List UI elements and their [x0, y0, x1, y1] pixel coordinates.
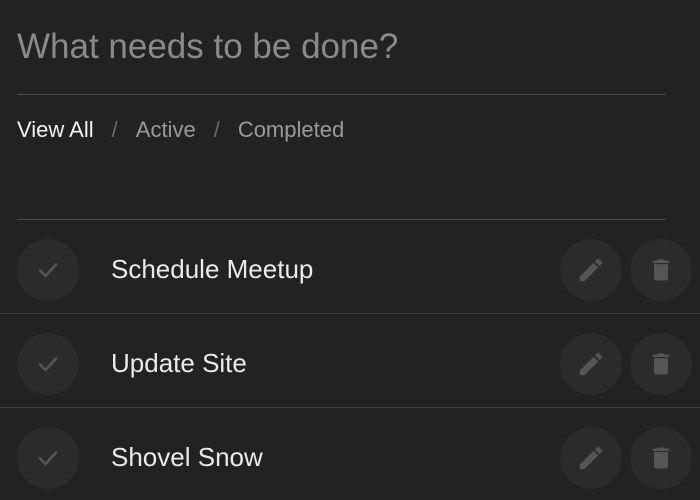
pencil-icon [576, 255, 606, 285]
new-todo-input[interactable] [0, 0, 666, 94]
filter-separator: / [213, 117, 220, 142]
check-icon [36, 352, 60, 376]
todo-app: View All / Active / Completed Schedule M… [0, 0, 700, 500]
complete-toggle-button[interactable] [17, 239, 79, 301]
pencil-icon [576, 349, 606, 379]
filter-separator: / [111, 117, 118, 142]
todo-list: Schedule Meetup Update Site Shovel Snow [0, 220, 700, 500]
header-divider [17, 94, 666, 95]
todo-item: Update Site [0, 314, 700, 408]
delete-button[interactable] [630, 333, 692, 395]
todo-text[interactable]: Schedule Meetup [111, 254, 313, 284]
todo-item: Schedule Meetup [0, 220, 700, 314]
check-icon [36, 446, 60, 470]
edit-button[interactable] [560, 427, 622, 489]
trash-icon [647, 256, 675, 284]
edit-button[interactable] [560, 333, 622, 395]
trash-icon [647, 444, 675, 472]
filter-view-all[interactable]: View All [17, 117, 94, 143]
todo-text[interactable]: Update Site [111, 348, 247, 378]
filter-bar: View All / Active / Completed [17, 115, 344, 145]
complete-toggle-button[interactable] [17, 427, 79, 489]
filter-active[interactable]: Active [136, 117, 196, 143]
filter-completed[interactable]: Completed [238, 117, 344, 143]
check-icon [36, 258, 60, 282]
delete-button[interactable] [630, 239, 692, 301]
complete-toggle-button[interactable] [17, 333, 79, 395]
trash-icon [647, 350, 675, 378]
todo-item: Shovel Snow [0, 408, 700, 500]
pencil-icon [576, 443, 606, 473]
delete-button[interactable] [630, 427, 692, 489]
edit-button[interactable] [560, 239, 622, 301]
todo-text[interactable]: Shovel Snow [111, 442, 263, 472]
